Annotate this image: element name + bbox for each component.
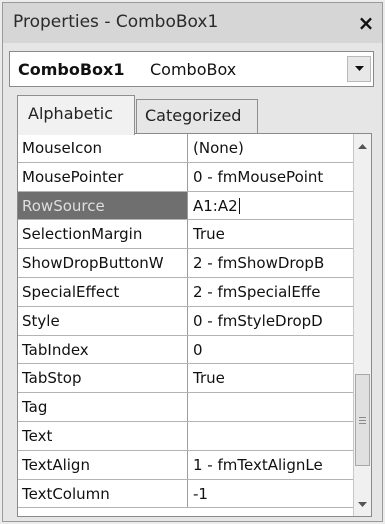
property-name[interactable]: TextAlign [18,450,188,479]
property-row-showdropbuttonw[interactable]: ShowDropButtonW 2 - fmShowDropB [18,249,354,278]
property-row-tabindex[interactable]: TabIndex 0 [18,335,354,365]
property-row-style[interactable]: Style 0 - fmStyleDropD [18,306,354,336]
property-name[interactable]: Tag [18,393,188,421]
window-title: Properties - ComboBox1 [13,12,219,32]
property-value[interactable]: -1 [188,480,354,508]
property-value[interactable]: 2 - fmShowDropB [188,249,354,277]
property-name[interactable]: RowSource [18,191,188,220]
property-name[interactable]: MouseIcon [18,134,188,162]
property-name[interactable]: Text [18,422,188,450]
property-row-specialeffect[interactable]: SpecialEffect 2 - fmSpecialEffe [18,278,354,307]
property-row-textcolumn[interactable]: TextColumn -1 [18,479,354,509]
property-row-selectionmargin[interactable]: SelectionMargin True [18,220,354,250]
property-value[interactable]: 0 [188,336,354,364]
object-name: ComboBox1 [18,60,125,79]
property-row-mouseicon[interactable]: MouseIcon (None) [18,134,354,163]
property-grid: MouseIcon (None) MousePointer 0 - fmMousePo… [17,133,372,517]
property-value[interactable]: 0 - fmMousePoint [188,163,354,191]
close-icon[interactable]: × [356,13,376,33]
property-row-mousepointer[interactable]: MousePointer 0 - fmMousePoint [18,162,354,192]
property-row-rowsource[interactable]: RowSource A1:A2 [18,191,354,221]
chevron-down-icon [355,66,364,71]
tab-categorized[interactable]: Categorized [136,99,258,133]
property-name[interactable]: MousePointer [18,162,188,191]
property-value[interactable] [188,393,354,421]
property-value[interactable]: 1 - fmTextAlignLe [188,451,354,479]
property-value[interactable]: (None) [188,134,354,162]
tab-alphabetic[interactable]: Alphabetic [17,95,135,135]
title-bar[interactable]: Properties - ComboBox1 × [3,3,382,43]
scroll-up-arrow-icon[interactable] [358,144,367,150]
property-row-tag[interactable]: Tag [18,393,354,422]
object-type: ComboBox [150,60,237,79]
property-row-textalign[interactable]: TextAlign 1 - fmTextAlignLe [18,450,354,480]
property-value-input[interactable]: A1:A2 [188,192,354,220]
property-name[interactable]: TextColumn [18,479,188,508]
vertical-scrollbar[interactable] [353,134,371,516]
property-name[interactable]: ShowDropButtonW [18,249,188,277]
properties-window: Properties - ComboBox1 × ComboBox1 Combo… [2,2,383,522]
scroll-down-arrow-icon[interactable] [358,502,367,508]
property-name[interactable]: TabIndex [18,335,188,364]
property-value[interactable]: True [188,364,354,392]
scrollbar-thumb[interactable] [355,374,370,466]
text-cursor [238,197,240,214]
property-row-tabstop[interactable]: TabStop True [18,364,354,394]
property-name[interactable]: Style [18,306,188,335]
property-value[interactable]: 0 - fmStyleDropD [188,307,354,335]
property-row-text[interactable]: Text [18,422,354,451]
object-selector-dropdown-button[interactable] [347,56,371,82]
property-name[interactable]: SpecialEffect [18,278,188,306]
property-name[interactable]: TabStop [18,364,188,393]
property-value[interactable] [188,422,354,450]
object-selector[interactable]: ComboBox1 ComboBox [9,51,374,87]
property-name[interactable]: SelectionMargin [18,220,188,249]
property-value[interactable]: True [188,220,354,248]
property-value[interactable]: 2 - fmSpecialEffe [188,278,354,306]
